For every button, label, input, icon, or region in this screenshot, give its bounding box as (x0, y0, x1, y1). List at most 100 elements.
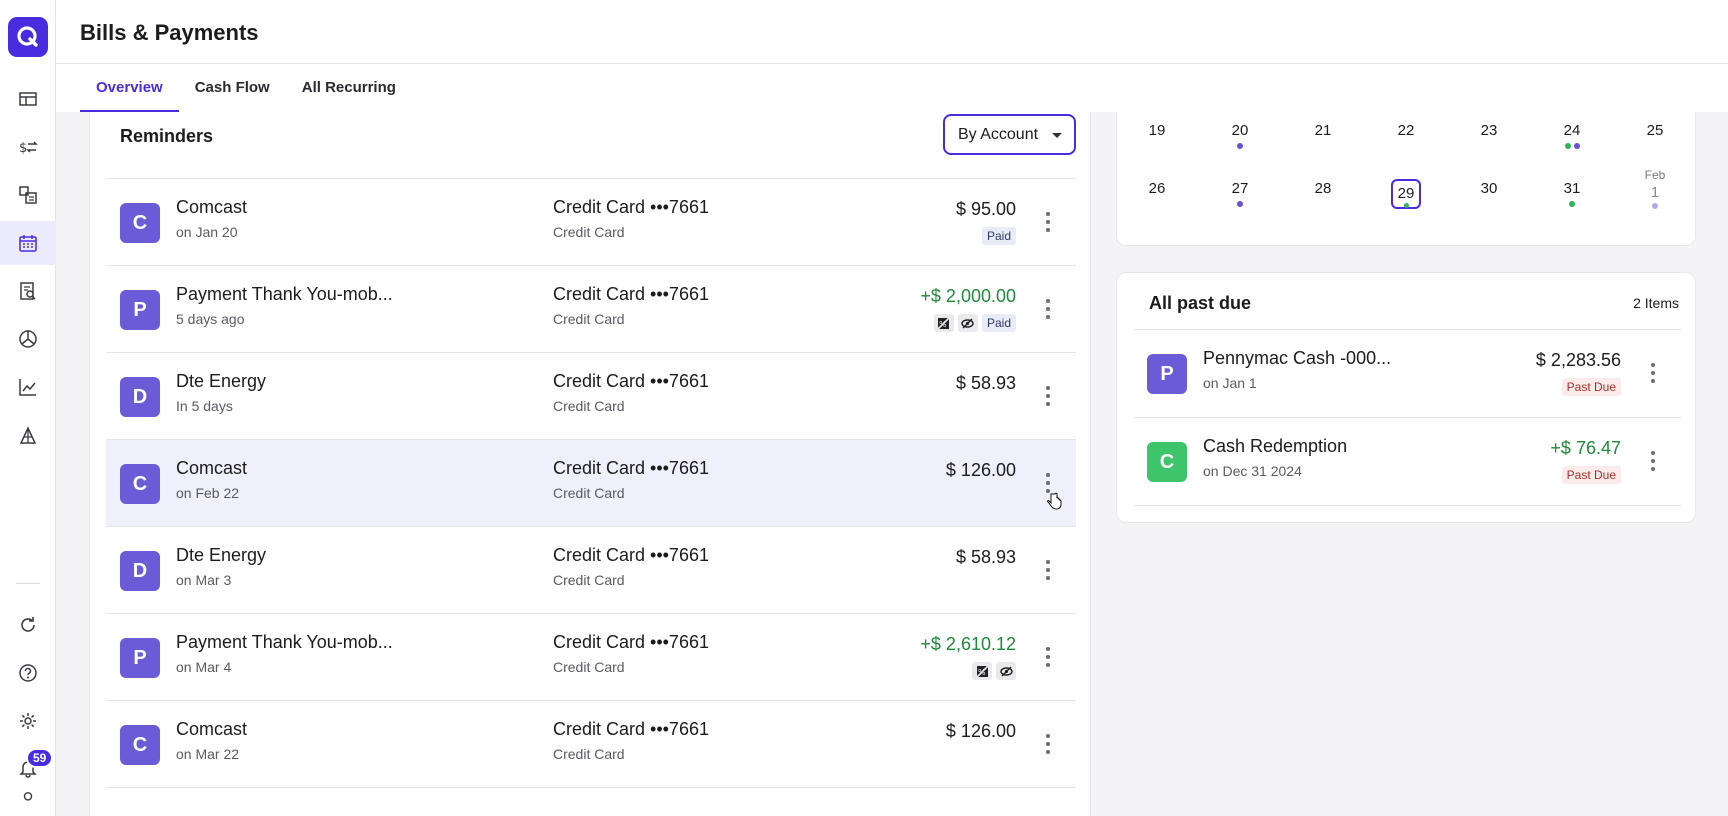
payee-name: Pennymac Cash -000... (1203, 348, 1392, 368)
calendar-day[interactable]: 28 (1303, 170, 1343, 210)
row-menu-button[interactable] (1040, 296, 1056, 322)
nav-profile[interactable] (0, 790, 56, 816)
nav-help[interactable] (0, 651, 56, 695)
payee-avatar: P (1147, 354, 1187, 394)
due-date: on Jan 20 (176, 224, 238, 240)
nav-transactions[interactable]: $ (0, 125, 56, 169)
account-type: Credit Card (553, 746, 625, 762)
nav-settings[interactable] (0, 699, 56, 743)
due-date: In 5 days (176, 398, 233, 414)
nav-accounts[interactable] (0, 173, 56, 217)
no-tax-icon: % (933, 314, 954, 332)
reminder-row[interactable]: C Comcast on Mar 22 Credit Card •••7661 … (106, 701, 1076, 788)
gear-icon (20, 713, 36, 729)
past-due-title: All past due (1149, 293, 1252, 313)
dashboard-icon (19, 92, 37, 106)
nav-reports[interactable] (0, 269, 56, 313)
payee-name: Comcast (176, 458, 248, 478)
nav-planning[interactable] (0, 413, 56, 457)
reminder-row[interactable]: P Payment Thank You-mob... 5 days ago Cr… (106, 266, 1076, 353)
payee-name: Dte Energy (176, 371, 267, 391)
account-name: Credit Card •••7661 (553, 458, 709, 478)
bill-dots (1393, 203, 1419, 208)
account-type: Credit Card (553, 572, 625, 588)
calendar-day[interactable]: 30 (1469, 170, 1509, 210)
calendar-day[interactable]: 24 (1552, 112, 1592, 152)
sidebar-divider (16, 583, 40, 584)
account-name: Credit Card •••7661 (553, 284, 709, 304)
calendar-day[interactable]: Feb 1 (1635, 168, 1675, 210)
calendar-icon (19, 235, 37, 252)
row-menu-button[interactable] (1040, 644, 1056, 670)
quicken-logo-icon (17, 26, 38, 47)
reminder-row[interactable]: D Dte Energy on Mar 3 Credit Card •••766… (106, 527, 1076, 614)
payee-name: Comcast (176, 197, 248, 217)
calendar-day[interactable]: 23 (1469, 112, 1509, 152)
calendar-day[interactable]: 21 (1303, 112, 1343, 152)
app-root: $ 59 Bills & Payments Overview Cash Flow… (0, 0, 1728, 816)
tab-all-recurring[interactable]: All Recurring (286, 64, 412, 112)
payee-name: Cash Redemption (1203, 436, 1348, 456)
account-name: Credit Card •••7661 (553, 371, 709, 391)
bill-dots (1552, 143, 1592, 149)
row-menu-button[interactable] (1040, 557, 1056, 583)
row-menu-button[interactable] (1040, 209, 1056, 235)
row-menu-button[interactable] (1040, 383, 1056, 409)
past-due-badge: Past Due (1561, 378, 1621, 396)
reminder-row[interactable]: C Comcast on Jan 20 Credit Card •••7661 … (106, 179, 1076, 266)
tab-overview[interactable]: Overview (80, 64, 179, 112)
past-due-row[interactable]: C Cash Redemption on Dec 31 2024 +$ 76.4… (1133, 418, 1681, 506)
calendar-widget: 19 20 21 22 23 24 25 26 27 28 29 30 31 F… (1116, 112, 1696, 246)
calendar-day[interactable]: 19 (1137, 112, 1177, 152)
status-tags: % Paid (933, 314, 1016, 332)
status-tags: % (972, 662, 1016, 680)
by-account-dropdown[interactable]: By Account (943, 114, 1076, 155)
nav-spending[interactable] (0, 317, 56, 361)
row-menu-button[interactable] (1645, 360, 1661, 386)
help-icon (19, 664, 37, 682)
calendar-day[interactable]: 25 (1635, 112, 1675, 152)
reminder-row[interactable]: P Payment Thank You-mob... on Mar 4 Cred… (106, 614, 1076, 701)
pie-chart-icon (19, 330, 37, 348)
report-search-icon (20, 282, 36, 300)
app-logo[interactable] (8, 17, 48, 57)
row-menu-button[interactable] (1645, 448, 1661, 474)
page-header: Bills & Payments Overview Cash Flow All … (56, 0, 1728, 112)
amount: $ 2,283.56 (1535, 350, 1621, 370)
reminder-row[interactable]: D Dte Energy In 5 days Credit Card •••76… (106, 353, 1076, 440)
reminders-title: Reminders (120, 126, 214, 146)
nav-refresh[interactable] (0, 603, 56, 647)
by-account-label: By Account (958, 125, 1039, 143)
reminders-panel: Reminders By Account C Comcast on Jan 20… (89, 112, 1091, 816)
calendar-day[interactable]: 22 (1386, 112, 1426, 152)
payee-name: Payment Thank You-mob... (176, 632, 393, 652)
accounts-icon (19, 186, 37, 204)
bill-dots (1220, 201, 1260, 207)
account-type: Credit Card (553, 659, 625, 675)
refresh-icon (21, 617, 35, 632)
calendar-day-today[interactable]: 29 (1391, 179, 1421, 209)
payee-avatar: P (120, 638, 160, 678)
hand-cursor-icon (1047, 492, 1062, 510)
amount: +$ 2,610.12 (920, 634, 1016, 654)
reminders-list: C Comcast on Jan 20 Credit Card •••7661 … (106, 178, 1076, 788)
past-due-row[interactable]: P Pennymac Cash -000... on Jan 1 $ 2,283… (1133, 330, 1681, 418)
transactions-icon: $ (19, 141, 38, 156)
nav-investments[interactable] (0, 365, 56, 409)
due-date: on Mar 4 (176, 659, 232, 675)
notification-badge: 59 (26, 748, 54, 768)
status-tags: Past Due (1561, 378, 1621, 396)
payee-avatar: P (120, 290, 160, 330)
payee-name: Payment Thank You-mob... (176, 284, 393, 304)
account-name: Credit Card •••7661 (553, 719, 709, 739)
nav-dashboard[interactable] (0, 77, 56, 121)
calendar-day[interactable]: 20 (1220, 112, 1260, 152)
calendar-day[interactable]: 31 (1552, 170, 1592, 210)
calendar-day[interactable]: 27 (1220, 170, 1260, 210)
tab-cash-flow[interactable]: Cash Flow (179, 64, 286, 112)
reminder-row[interactable]: C Comcast on Feb 22 Credit Card •••7661 … (106, 440, 1076, 527)
row-menu-button[interactable] (1040, 731, 1056, 757)
calendar-day[interactable]: 26 (1137, 170, 1177, 210)
due-date: on Mar 3 (176, 572, 232, 588)
nav-bills-calendar[interactable] (0, 221, 56, 265)
